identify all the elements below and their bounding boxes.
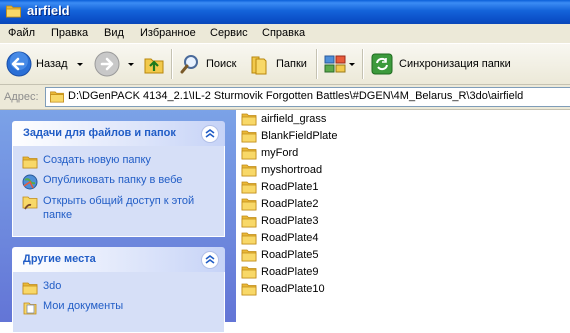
back-label: Назад (36, 58, 68, 70)
collapse-chevron-icon[interactable] (201, 125, 219, 143)
publish-web-icon (22, 174, 38, 190)
tasks-panel-title: Задачи для файлов и папок (23, 127, 176, 139)
folder-icon (22, 280, 38, 296)
place-3do[interactable]: 3do (22, 280, 61, 296)
menu-file[interactable]: Файл (8, 27, 35, 39)
other-places-header[interactable]: Другие места (12, 247, 225, 272)
folder-icon (241, 214, 257, 228)
list-item[interactable]: RoadPlate9 (241, 263, 319, 280)
search-label: Поиск (206, 58, 237, 70)
list-item[interactable]: RoadPlate4 (241, 229, 319, 246)
list-item[interactable]: RoadPlate1 (241, 178, 319, 195)
menu-edit[interactable]: Правка (51, 27, 88, 39)
address-bar: Адрес: D:\DGenPACK 4134_2.1\IL-2 Sturmov… (0, 85, 570, 110)
sync-folder-button[interactable]: Синхронизация папки (371, 44, 511, 84)
list-item[interactable]: myshortroad (241, 161, 322, 178)
search-button[interactable]: Поиск (179, 44, 236, 84)
my-documents-icon (23, 302, 37, 315)
toolbar: Назад Поиск Папки Синхронизация папки (0, 44, 570, 85)
folders-label: Папки (276, 58, 307, 70)
other-places-body: 3do Мои документы (12, 272, 225, 333)
address-path: D:\DGenPACK 4134_2.1\IL-2 Sturmovik Forg… (68, 90, 524, 102)
sync-label: Синхронизация папки (399, 58, 511, 70)
folders-button[interactable]: Папки (249, 44, 307, 84)
folder-icon (5, 4, 22, 18)
file-list: airfield_grass BlankFieldPlate myFord my… (236, 110, 570, 322)
back-arrow-icon (6, 51, 32, 77)
tasks-panel-header[interactable]: Задачи для файлов и папок (12, 121, 225, 146)
forward-button[interactable] (94, 44, 134, 84)
folder-icon (241, 265, 257, 279)
other-places-title: Другие места (23, 253, 96, 265)
menu-help[interactable]: Справка (262, 27, 305, 39)
menu-tools[interactable]: Сервис (210, 27, 248, 39)
task-share-folder[interactable]: Открыть общий доступ к этой папке (22, 194, 212, 222)
address-label: Адрес: (4, 91, 39, 103)
folder-icon (241, 163, 257, 177)
folder-icon (241, 146, 257, 160)
forward-dropdown-icon[interactable] (128, 62, 134, 66)
sync-icon (371, 53, 393, 75)
folder-icon (241, 231, 257, 245)
folder-icon (49, 90, 65, 103)
up-folder-icon (144, 58, 164, 74)
folder-icon (241, 180, 257, 194)
folder-icon (241, 129, 257, 143)
list-item[interactable]: BlankFieldPlate (241, 127, 337, 144)
folder-icon (241, 112, 257, 126)
back-button[interactable]: Назад (6, 44, 83, 84)
menu-view[interactable]: Вид (104, 27, 124, 39)
share-folder-icon (22, 196, 38, 210)
folders-icon (251, 56, 267, 75)
list-item[interactable]: RoadPlate2 (241, 195, 319, 212)
menu-favorites[interactable]: Избранное (140, 27, 196, 39)
back-dropdown-icon[interactable] (76, 62, 83, 66)
folder-icon (241, 197, 257, 211)
views-icon (324, 55, 346, 73)
list-item[interactable]: airfield_grass (241, 110, 326, 127)
list-item[interactable]: myFord (241, 144, 298, 161)
other-places-panel: Другие места 3do Мои документы (12, 247, 225, 333)
collapse-chevron-icon[interactable] (201, 251, 219, 269)
tasks-panel: Задачи для файлов и папок Создать новую … (12, 121, 225, 237)
menu-bar: Файл Правка Вид Избранное Сервис Справка (0, 24, 570, 44)
window-title: airfield (27, 3, 70, 18)
tasks-panel-body: Создать новую папку Опубликовать папку в… (12, 146, 225, 237)
folder-icon (241, 248, 257, 262)
task-new-folder[interactable]: Создать новую папку (22, 154, 151, 170)
task-pane: Задачи для файлов и папок Создать новую … (0, 110, 236, 333)
forward-arrow-icon (94, 51, 120, 77)
views-dropdown-icon[interactable] (349, 62, 355, 66)
title-bar: airfield (0, 0, 570, 24)
list-item[interactable]: RoadPlate3 (241, 212, 319, 229)
place-my-documents[interactable]: Мои документы (22, 300, 123, 316)
new-folder-icon (22, 154, 38, 170)
list-item[interactable]: RoadPlate10 (241, 280, 325, 297)
folder-icon (241, 282, 257, 296)
task-publish-web[interactable]: Опубликовать папку в вебе (22, 174, 182, 190)
views-button[interactable] (323, 44, 355, 84)
address-input[interactable]: D:\DGenPACK 4134_2.1\IL-2 Sturmovik Forg… (45, 87, 570, 107)
search-icon (180, 55, 198, 74)
up-folder-button[interactable] (143, 44, 165, 84)
list-item[interactable]: RoadPlate5 (241, 246, 319, 263)
